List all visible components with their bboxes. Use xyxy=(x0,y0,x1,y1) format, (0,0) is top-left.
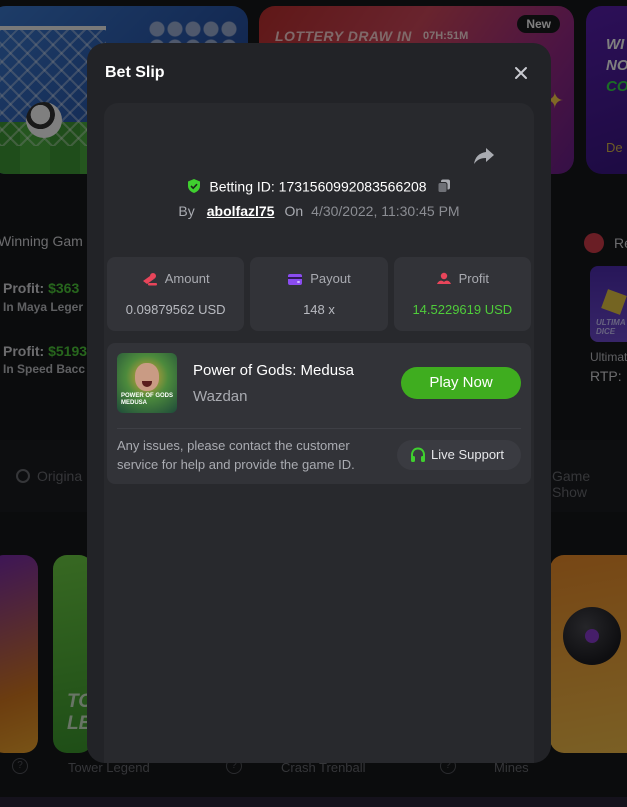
share-button[interactable] xyxy=(472,145,496,167)
headset-icon xyxy=(411,447,425,462)
shield-check-icon xyxy=(187,179,200,194)
modal-title: Bet Slip xyxy=(105,64,165,81)
close-button[interactable] xyxy=(511,63,531,83)
bet-datetime: 4/30/2022, 11:30:45 PM xyxy=(311,203,460,219)
betting-id-value: 1731560992083566208 xyxy=(278,178,427,195)
bet-meta-row: By abolfazl75 On 4/30/2022, 11:30:45 PM xyxy=(104,203,534,219)
live-support-label: Live Support xyxy=(431,447,504,462)
close-icon xyxy=(515,67,527,79)
bet-slip-modal: Bet Slip Betting ID: 1731560992083566208… xyxy=(87,43,551,763)
live-support-button[interactable]: Live Support xyxy=(397,440,521,470)
betting-id-row: Betting ID: 1731560992083566208 xyxy=(104,177,534,194)
bet-details-panel: Betting ID: 1731560992083566208 By abolfa… xyxy=(104,103,534,763)
stat-value: 148 x xyxy=(303,302,335,317)
share-icon xyxy=(474,148,494,164)
stat-value: 0.09879562 USD xyxy=(125,302,226,317)
bet-stats: Amount 0.09879562 USD Payout 148 x Profi… xyxy=(107,257,531,331)
support-note: Any issues, please contact the customer … xyxy=(117,438,355,472)
stat-payout: Payout 148 x xyxy=(250,257,388,331)
stat-value: 14.5229619 USD xyxy=(412,302,513,317)
divider xyxy=(117,428,521,429)
thumbnail-text: POWER OF GODS MEDUSA xyxy=(121,393,174,406)
profit-icon xyxy=(436,272,451,284)
stat-profit: Profit 14.5229619 USD xyxy=(393,257,531,331)
by-label: By xyxy=(178,203,195,219)
stat-label: Amount xyxy=(164,271,210,286)
username-link[interactable]: abolfazl75 xyxy=(207,203,275,219)
wallet-icon xyxy=(288,274,303,285)
game-title: Power of Gods: Medusa xyxy=(193,362,354,379)
stat-label: Payout xyxy=(310,271,351,286)
game-provider: Wazdan xyxy=(193,388,248,405)
coins-icon xyxy=(142,273,157,286)
on-label: On xyxy=(284,203,304,219)
stat-label: Profit xyxy=(458,271,489,286)
game-thumbnail[interactable]: POWER OF GODS MEDUSA xyxy=(117,353,177,413)
betting-id-label: Betting ID: xyxy=(209,178,275,195)
play-now-button[interactable]: Play Now xyxy=(401,367,521,399)
stat-amount: Amount 0.09879562 USD xyxy=(107,257,245,331)
copy-icon[interactable] xyxy=(436,178,452,194)
game-info-card: POWER OF GODS MEDUSA Power of Gods: Medu… xyxy=(107,343,531,484)
